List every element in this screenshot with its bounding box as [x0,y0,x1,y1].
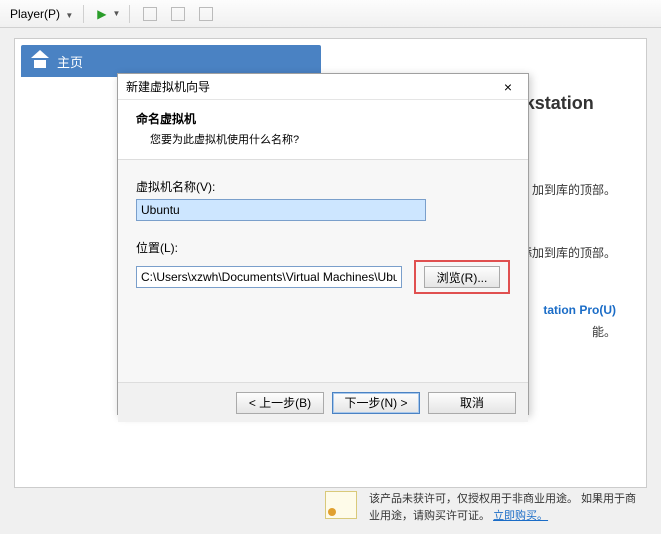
dialog-body: 虚拟机名称(V): 位置(L): 浏览(R)... [118,160,528,382]
dialog-subheading: 您要为此虚拟机使用什么名称? [136,131,510,147]
side-text-3: 能。 [592,323,616,340]
close-button[interactable]: × [496,79,520,95]
browse-highlight: 浏览(R)... [414,260,510,294]
separator [129,5,130,23]
dialog-header: 命名虚拟机 您要为此虚拟机使用什么名称? [118,100,528,160]
dialog-footer: < 上一步(B) 下一步(N) > 取消 [118,382,528,422]
browse-button[interactable]: 浏览(R)... [424,266,500,288]
new-vm-wizard-dialog: 新建虚拟机向导 × 命名虚拟机 您要为此虚拟机使用什么名称? 虚拟机名称(V):… [117,73,529,415]
vm-location-input[interactable] [136,266,402,288]
vm-name-input[interactable] [136,199,426,221]
toolbar-button-1[interactable] [139,7,161,21]
certificate-icon [325,491,357,519]
home-tab-label: 主页 [57,52,83,71]
dropdown-icon: ▼ [65,11,73,20]
license-footer: 该产品未获许可，仅授权用于非商业用途。 如果用于商业用途，请购买许可证。 立即购… [325,491,647,524]
dialog-heading: 命名虚拟机 [136,110,510,127]
back-button[interactable]: < 上一步(B) [236,392,324,414]
separator [83,5,84,23]
dialog-titlebar: 新建虚拟机向导 × [118,74,528,100]
toolbar-button-2[interactable] [167,7,189,21]
dialog-title-text: 新建虚拟机向导 [126,78,496,95]
player-menu[interactable]: Player(P) ▼ [6,5,77,23]
cancel-button[interactable]: 取消 [428,392,516,414]
license-text: 该产品未获许可，仅授权用于非商业用途。 如果用于商业用途，请购买许可证。 立即购… [369,491,647,524]
toolbar-button-3[interactable] [195,7,217,21]
square-icon [171,7,185,21]
vm-name-label: 虚拟机名称(V): [136,178,510,195]
vm-location-label: 位置(L): [136,239,510,256]
square-icon [143,7,157,21]
home-icon [31,54,49,68]
upgrade-pro-link[interactable]: tation Pro(U) [543,303,616,317]
next-button[interactable]: 下一步(N) > [332,392,420,414]
side-text-2: 添加到库的顶部。 [520,244,616,261]
dropdown-icon: ▼ [113,9,121,18]
side-text-1: 加到库的顶部。 [532,181,616,198]
player-menu-label: Player(P) [10,7,60,21]
square-icon [199,7,213,21]
location-row: 浏览(R)... [136,260,510,294]
buy-now-link[interactable]: 立即购买。 [493,510,548,522]
upgrade-pro-label: tation Pro(U) [543,303,616,317]
app-toolbar: Player(P) ▼ ▶ ▼ [0,0,661,28]
play-icon: ▶ [97,7,106,21]
run-button[interactable]: ▶ ▼ [93,7,120,21]
